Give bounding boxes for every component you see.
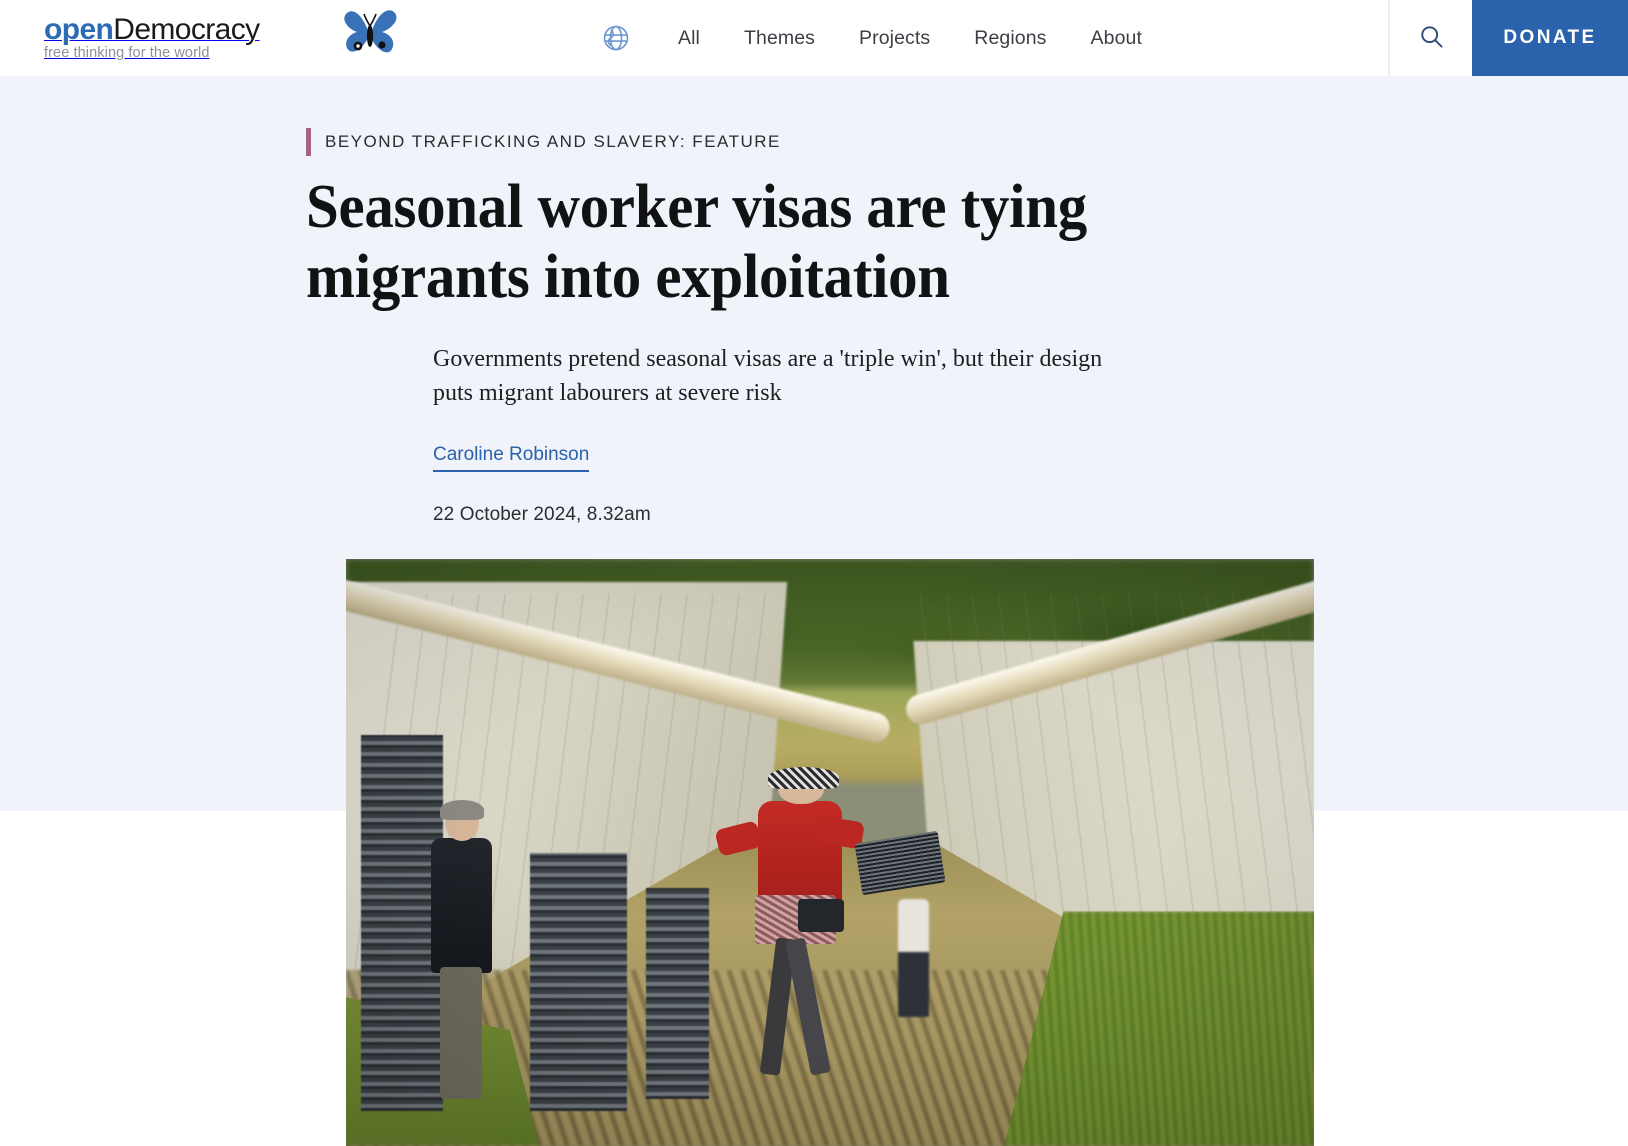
article-standfirst: Governments pretend seasonal visas are a… (433, 346, 1103, 407)
article-kicker[interactable]: BEYOND TRAFFICKING AND SLAVERY: FEATURE (306, 128, 1628, 156)
brand-tagline: free thinking for the world (44, 45, 210, 61)
photo-vignette (346, 559, 1314, 1146)
nav-item-projects[interactable]: Projects (837, 19, 952, 58)
site-header: openDemocracy free thinking for the worl… (0, 0, 1628, 76)
hero-image (346, 559, 1314, 1146)
search-button[interactable] (1388, 0, 1472, 76)
site-logo[interactable]: openDemocracy free thinking for the worl… (0, 0, 400, 76)
donate-button[interactable]: DONATE (1472, 0, 1628, 76)
brand-text: openDemocracy free thinking for the worl… (44, 15, 334, 61)
kicker-label: BEYOND TRAFFICKING AND SLAVERY: FEATURE (325, 132, 781, 151)
globe-icon[interactable] (594, 16, 638, 60)
brand-open: open (44, 13, 114, 46)
page-title: Seasonal worker visas are tying migrants… (306, 173, 1087, 312)
nav-item-regions[interactable]: Regions (952, 19, 1068, 58)
nav-item-about[interactable]: About (1069, 19, 1164, 58)
brand-wordmark: openDemocracy (44, 13, 260, 46)
header-actions: DONATE (1388, 0, 1628, 76)
butterfly-logo-icon (340, 5, 400, 66)
publish-date: 22 October 2024, 8.32am (433, 504, 651, 526)
byline: Caroline Robinson (433, 444, 590, 473)
primary-navigation: All Themes Projects Regions About (400, 0, 1388, 76)
nav-item-themes[interactable]: Themes (722, 19, 837, 58)
author-link[interactable]: Caroline Robinson (433, 444, 590, 473)
brand-democracy: Democracy (113, 13, 260, 46)
search-icon (1418, 23, 1445, 53)
hero-photo-canvas (346, 559, 1314, 1146)
article-header: BEYOND TRAFFICKING AND SLAVERY: FEATURE … (0, 76, 1628, 526)
nav-item-all[interactable]: All (656, 19, 722, 58)
